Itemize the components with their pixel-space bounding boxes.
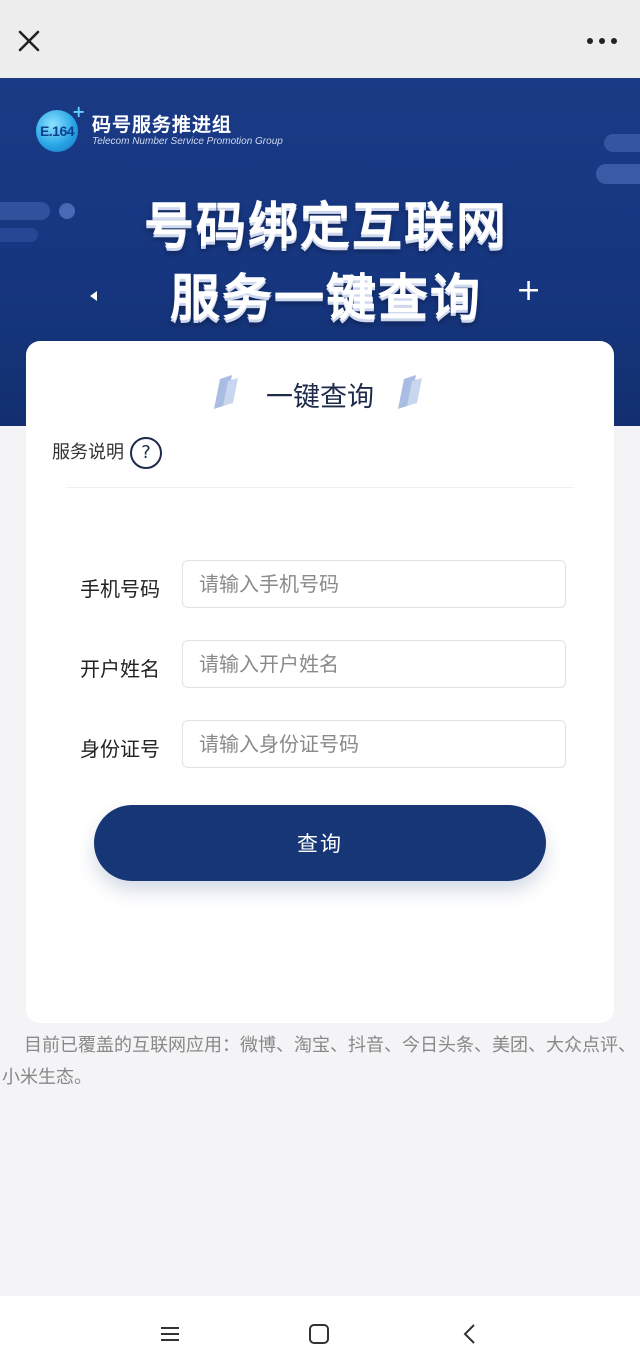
back-icon [463,1324,475,1344]
top-bar [0,0,640,78]
service-info-label: 服务说明 [52,442,124,463]
service-info-link[interactable]: 服务说明? [52,437,162,469]
card-title: 一键查询 [266,382,374,413]
more-dots-icon [587,38,617,44]
query-card: 一键查询 服务说明? 手机号码 开户姓名 身份证号 查询 [26,341,614,1023]
divider [66,487,574,488]
more-button[interactable] [582,26,622,56]
name-label: 开户姓名 [80,657,160,681]
coverage-note: 目前已覆盖的互联网应用：微博、淘宝、抖音、今日头条、美团、大众点评、小米生态。 [2,1035,636,1088]
headline-line-1: 号码绑定互联网 [144,197,508,255]
id-number-input[interactable] [182,720,566,768]
menu-icon [161,1327,179,1341]
org-english-name: Telecom Number Service Promotion Group [92,136,283,147]
logo-plus-icon: + [72,102,86,121]
home-icon [309,1324,329,1344]
name-input[interactable] [182,640,566,688]
phone-input[interactable] [182,560,566,608]
menu-button[interactable] [156,1320,184,1348]
id-number-label: 身份证号 [80,737,160,761]
back-button[interactable] [456,1320,484,1348]
headline-line-2: 服务一键查询 [170,269,482,327]
home-button[interactable] [305,1320,333,1348]
org-name: 码号服务推进组 [92,114,233,136]
help-icon[interactable]: ? [130,437,162,469]
query-button[interactable]: 查询 [94,805,546,881]
title-decor-right-icon [398,375,422,409]
system-nav-bar [0,1296,640,1372]
close-icon [18,30,40,52]
close-button[interactable] [12,24,46,58]
phone-label: 手机号码 [80,577,160,601]
